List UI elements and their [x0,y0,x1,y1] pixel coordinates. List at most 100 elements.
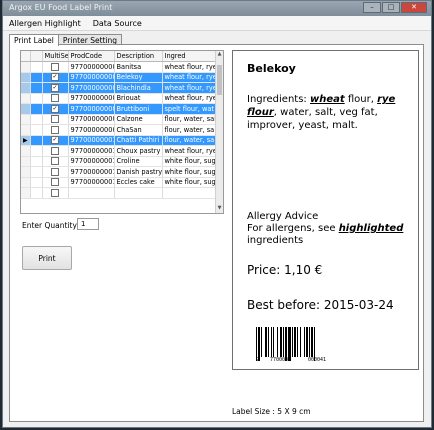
quantity-input[interactable] [77,218,99,230]
tab-print-label[interactable]: Print Label [9,34,59,46]
multiselect-cell[interactable] [42,156,69,167]
multiselect-checkbox[interactable] [51,146,59,155]
table-row[interactable]: 977000000003Banitsawheat flour, rye [21,61,216,73]
grid-vertical-scrollbar[interactable]: ▲ ▼ [215,51,223,213]
row-header[interactable] [21,187,31,199]
row-header[interactable] [21,114,31,125]
prodcode-cell[interactable]: 977000000014 [68,177,115,188]
table-row[interactable]: 977000000014Eccles cakewhite flour, sug [21,177,216,188]
multiselect-cell[interactable] [42,177,69,188]
row-header[interactable] [21,103,31,115]
multiselect-cell[interactable] [42,187,69,199]
row-header[interactable] [21,82,31,94]
ingred-cell[interactable]: white flour, sug [162,166,216,178]
menu-allergen-highlight[interactable]: Allergen Highlight [9,19,81,28]
prodcode-cell[interactable]: 977000000010 [68,135,115,146]
row-header[interactable] [21,145,31,157]
multiselect-checkbox[interactable]: ✓ [51,83,59,92]
description-cell[interactable]: Croline [114,156,163,167]
row-header[interactable] [21,177,31,188]
multiselect-cell[interactable] [42,114,69,125]
multiselect-cell[interactable] [42,61,69,73]
multiselect-checkbox[interactable] [51,188,59,197]
multiselect-checkbox[interactable] [51,157,59,166]
multiselect-checkbox[interactable]: ✓ [51,136,59,145]
prodcode-cell[interactable]: 977000000004 [68,72,115,83]
prodcode-cell[interactable] [68,187,115,199]
multiselect-checkbox[interactable] [51,115,59,124]
table-row[interactable] [21,187,216,199]
current-row-indicator[interactable]: ▶ [21,135,31,146]
prodcode-cell[interactable]: 977000000008 [68,114,115,125]
column-header-multiselect[interactable]: MultiSelect [42,51,69,62]
prodcode-cell[interactable]: 977000000003 [68,61,115,73]
ingred-cell[interactable]: flour, water, sa [162,135,216,146]
ingred-cell[interactable]: white flour, sug [162,177,216,188]
multiselect-checkbox[interactable] [51,62,59,71]
prodcode-cell[interactable]: 977000000007 [68,103,115,115]
description-cell[interactable]: Banitsa [114,61,163,73]
row-header[interactable] [21,166,31,178]
scroll-up-arrow-icon[interactable]: ▲ [216,51,223,59]
description-cell[interactable]: Chatti Pathiri [114,135,163,146]
table-row[interactable]: ✓ 977000000005Blachindlawheat flour, rye [21,82,216,94]
prodcode-cell[interactable]: 977000000011 [68,145,115,157]
description-cell[interactable]: Briouat [114,93,163,104]
table-row[interactable]: 977000000009ChaSanflour, water, sa [21,124,216,136]
column-header-description[interactable]: Description [114,51,163,62]
row-header[interactable] [21,124,31,136]
close-button[interactable]: ✕ [401,2,427,13]
description-cell[interactable]: ChaSan [114,124,163,136]
menu-data-source[interactable]: Data Source [93,19,142,28]
multiselect-checkbox[interactable]: ✓ [51,73,59,82]
multiselect-cell[interactable]: ✓ [42,72,69,83]
multiselect-checkbox[interactable] [51,178,59,187]
table-row[interactable]: 977000000006Briouatwheat flour, rye [21,93,216,104]
row-header[interactable] [21,93,31,104]
multiselect-cell[interactable] [42,124,69,136]
ingred-cell[interactable]: white flour, sug [162,156,216,167]
multiselect-cell[interactable]: ✓ [42,82,69,94]
column-header-ingred[interactable]: Ingred [162,51,216,62]
scroll-thumb[interactable] [217,65,222,95]
ingred-cell[interactable]: wheat flour, rye [162,82,216,94]
product-grid[interactable]: MultiSelect ProdCode Description Ingred … [20,50,224,214]
ingred-cell[interactable]: wheat flour, rye [162,61,216,73]
multiselect-cell[interactable] [42,145,69,157]
table-row[interactable]: 977000000012Crolinewhite flour, sug [21,156,216,167]
description-cell[interactable]: Bruttiboni [114,103,163,115]
row-header[interactable] [21,61,31,73]
minimize-button[interactable]: – [363,2,381,13]
ingred-cell[interactable]: wheat flour, rye [162,145,216,157]
ingred-cell[interactable] [162,187,216,199]
description-cell[interactable]: Danish pastry [114,166,163,178]
prodcode-cell[interactable]: 977000000009 [68,124,115,136]
table-row[interactable]: ✓ 977000000004Belekoywheat flour, rye [21,72,216,83]
prodcode-cell[interactable]: 977000000006 [68,93,115,104]
description-cell[interactable] [114,187,163,199]
multiselect-checkbox[interactable] [51,167,59,176]
scroll-down-arrow-icon[interactable]: ▼ [216,205,223,213]
maximize-button[interactable]: □ [382,2,400,13]
multiselect-checkbox[interactable] [51,125,59,134]
ingred-cell[interactable]: flour, water, sa [162,124,216,136]
table-row[interactable]: 977000000013Danish pastrywhite flour, su… [21,166,216,178]
prodcode-cell[interactable]: 977000000005 [68,82,115,94]
row-header[interactable] [21,72,31,83]
multiselect-cell[interactable]: ✓ [42,135,69,146]
multiselect-cell[interactable] [42,166,69,178]
table-row[interactable]: 977000000011Choux pastrywheat flour, rye [21,145,216,157]
multiselect-cell[interactable] [42,93,69,104]
column-header-prodcode[interactable]: ProdCode [68,51,115,62]
description-cell[interactable]: Choux pastry [114,145,163,157]
prodcode-cell[interactable]: 977000000012 [68,156,115,167]
multiselect-checkbox[interactable] [51,94,59,103]
multiselect-cell[interactable]: ✓ [42,103,69,115]
description-cell[interactable]: Calzone [114,114,163,125]
table-row[interactable]: ✓ 977000000007Bruttibonispelt flour, wat [21,103,216,115]
ingred-cell[interactable]: flour, water, sal [162,114,216,125]
description-cell[interactable]: Belekoy [114,72,163,83]
ingred-cell[interactable]: wheat flour, rye [162,72,216,83]
prodcode-cell[interactable]: 977000000013 [68,166,115,178]
description-cell[interactable]: Eccles cake [114,177,163,188]
